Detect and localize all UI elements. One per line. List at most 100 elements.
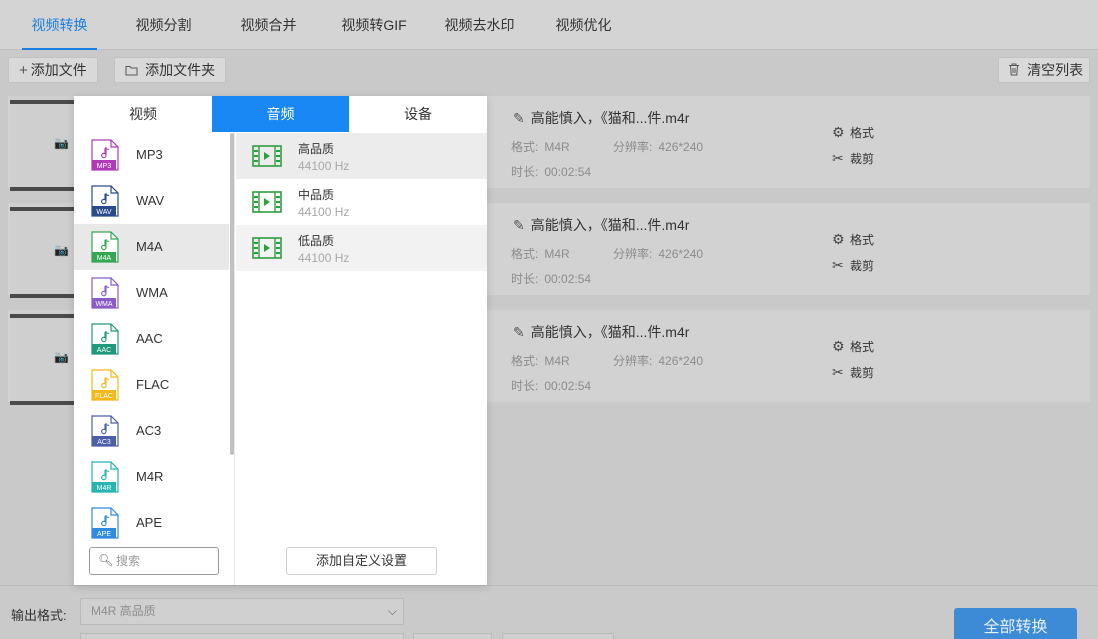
format-settings-button[interactable]: ⚙ 格式 [832, 338, 874, 355]
plus-icon: + [19, 62, 28, 79]
output-path-field[interactable] [80, 633, 404, 639]
format-badge: FLAC [95, 393, 113, 400]
add-file-label: 添加文件 [30, 62, 87, 78]
format-badge: M4R [97, 485, 112, 492]
scissors-icon: ✂ [832, 364, 844, 380]
file-name: ✎ 高能慎入，《猫和...件.m4r [513, 108, 689, 128]
quality-option[interactable]: 高品质 44100 Hz [236, 133, 487, 179]
format-settings-button[interactable]: ⚙ 格式 [832, 124, 874, 141]
tab-video[interactable]: 视频 [74, 96, 212, 132]
file-resolution: 分辨率: 426*240 [613, 140, 704, 154]
format-item-ape[interactable]: APE APE [74, 500, 229, 546]
format-list-scrollbar[interactable] [230, 133, 234, 455]
crop-button[interactable]: ✂ 裁剪 [832, 364, 874, 381]
video-play-icon [252, 237, 282, 259]
video-play-icon [252, 145, 282, 167]
quality-name: 中品质 [298, 188, 335, 202]
format-badge: AC3 [97, 439, 111, 446]
tab-video-convert[interactable]: 视频转换 [22, 0, 97, 50]
convert-all-button[interactable]: 全部转换 [954, 608, 1077, 639]
edit-pencil-icon[interactable]: ✎ [513, 217, 525, 233]
format-label: AAC [136, 331, 163, 346]
format-label: WMA [136, 285, 168, 300]
file-resolution: 分辨率: 426*240 [613, 354, 704, 368]
thumbnail-placeholder-icon: 📷 [54, 243, 69, 257]
file-resolution: 分辨率: 426*240 [613, 247, 704, 261]
video-play-icon [252, 191, 282, 213]
format-item-wav[interactable]: WAV WAV [74, 178, 229, 224]
audio-file-icon: APE [91, 507, 119, 539]
file-name: ✎ 高能慎入，《猫和...件.m4r [513, 322, 689, 342]
add-folder-label: 添加文件夹 [145, 62, 216, 78]
edit-pencil-icon[interactable]: ✎ [513, 324, 525, 340]
audio-file-icon: M4R [91, 461, 119, 493]
add-folder-button[interactable]: 添加文件夹 [114, 57, 227, 83]
gear-icon: ⚙ [832, 231, 845, 247]
output-format-label: 输出格式: [11, 608, 67, 623]
format-badge: APE [97, 531, 111, 538]
file-duration: 时长: 00:02:54 [511, 272, 592, 286]
format-label: FLAC [136, 377, 170, 392]
edit-pencil-icon[interactable]: ✎ [513, 110, 525, 126]
audio-file-icon: AAC [91, 323, 119, 355]
format-badge: AAC [97, 347, 111, 354]
crop-button[interactable]: ✂ 裁剪 [832, 150, 874, 167]
format-settings-button[interactable]: ⚙ 格式 [832, 231, 874, 248]
quality-name: 低品质 [298, 234, 335, 248]
format-item-m4a[interactable]: M4A M4A [74, 224, 229, 270]
file-name-text: 高能慎入，《猫和...件.m4r [530, 110, 690, 126]
add-file-button[interactable]: + 添加文件 [8, 57, 98, 83]
format-badge: WMA [95, 301, 112, 308]
tab-video-merge[interactable]: 视频合并 [231, 0, 306, 50]
scissors-icon: ✂ [832, 150, 844, 166]
thumbnail-placeholder-icon: 📷 [54, 136, 69, 150]
thumbnail-placeholder-icon: 📷 [54, 350, 69, 364]
folder-icon [125, 62, 142, 79]
quality-sample-rate: 44100 Hz [298, 251, 350, 265]
audio-file-icon: WAV [91, 185, 119, 217]
video-thumbnail: 📷 [10, 310, 80, 405]
open-folder-button[interactable] [502, 633, 614, 639]
crop-button[interactable]: ✂ 裁剪 [832, 257, 874, 274]
tab-video-to-gif[interactable]: 视频转GIF [334, 0, 414, 50]
search-input[interactable] [116, 552, 214, 570]
format-category-tabs: 视频 音频 设备 [74, 96, 487, 132]
format-item-ac3[interactable]: AC3 AC3 [74, 408, 229, 454]
tab-audio[interactable]: 音频 [212, 96, 349, 132]
format-item-wma[interactable]: WMA WMA [74, 270, 229, 316]
format-label: M4R [136, 469, 164, 484]
output-format-select[interactable]: M4R 高品质 ⌵ [80, 598, 404, 625]
format-list: MP3 MP3 WAV WAV M4A M4A WMA WMA AAC AAC FLAC FLAC AC… [74, 132, 235, 585]
format-item-m4r[interactable]: M4R M4R [74, 454, 229, 500]
clear-list-label: 清空列表 [1027, 62, 1084, 78]
add-custom-setting-button[interactable]: 添加自定义设置 [286, 547, 437, 575]
quality-sample-rate: 44100 Hz [298, 205, 350, 219]
format-item-mp3[interactable]: MP3 MP3 [74, 132, 229, 178]
file-name-text: 高能慎入，《猫和...件.m4r [530, 217, 690, 233]
tab-video-split[interactable]: 视频分割 [126, 0, 201, 50]
format-dropdown-panel: 视频 音频 设备 MP3 MP3 WAV WAV M4A M4A WMA WMA AAC AAC F… [74, 96, 487, 585]
file-format: 格式: M4R [511, 140, 570, 154]
quality-option[interactable]: 中品质 44100 Hz [236, 179, 487, 225]
tab-video-watermark[interactable]: 视频去水印 [437, 0, 522, 50]
video-thumbnail: 📷 [10, 96, 80, 191]
audio-file-icon: MP3 [91, 139, 119, 171]
clear-list-button[interactable]: 清空列表 [998, 57, 1090, 83]
format-badge: M4A [97, 255, 112, 262]
format-label: MP3 [136, 147, 163, 162]
format-item-aac[interactable]: AAC AAC [74, 316, 229, 362]
audio-file-icon: FLAC [91, 369, 119, 401]
file-name-text: 高能慎入，《猫和...件.m4r [530, 324, 690, 340]
format-search[interactable]: 🔍︎ [89, 547, 219, 575]
change-path-button[interactable] [413, 633, 492, 639]
audio-file-icon: WMA [91, 277, 119, 309]
format-item-flac[interactable]: FLAC FLAC [74, 362, 229, 408]
tab-video-optimize[interactable]: 视频优化 [546, 0, 621, 50]
audio-file-icon: AC3 [91, 415, 119, 447]
tab-device[interactable]: 设备 [349, 96, 487, 132]
search-icon: 🔍︎ [98, 553, 114, 567]
quality-name: 高品质 [298, 142, 335, 156]
quality-sample-rate: 44100 Hz [298, 159, 350, 173]
quality-option[interactable]: 低品质 44100 Hz [236, 225, 487, 271]
audio-file-icon: M4A [91, 231, 119, 263]
